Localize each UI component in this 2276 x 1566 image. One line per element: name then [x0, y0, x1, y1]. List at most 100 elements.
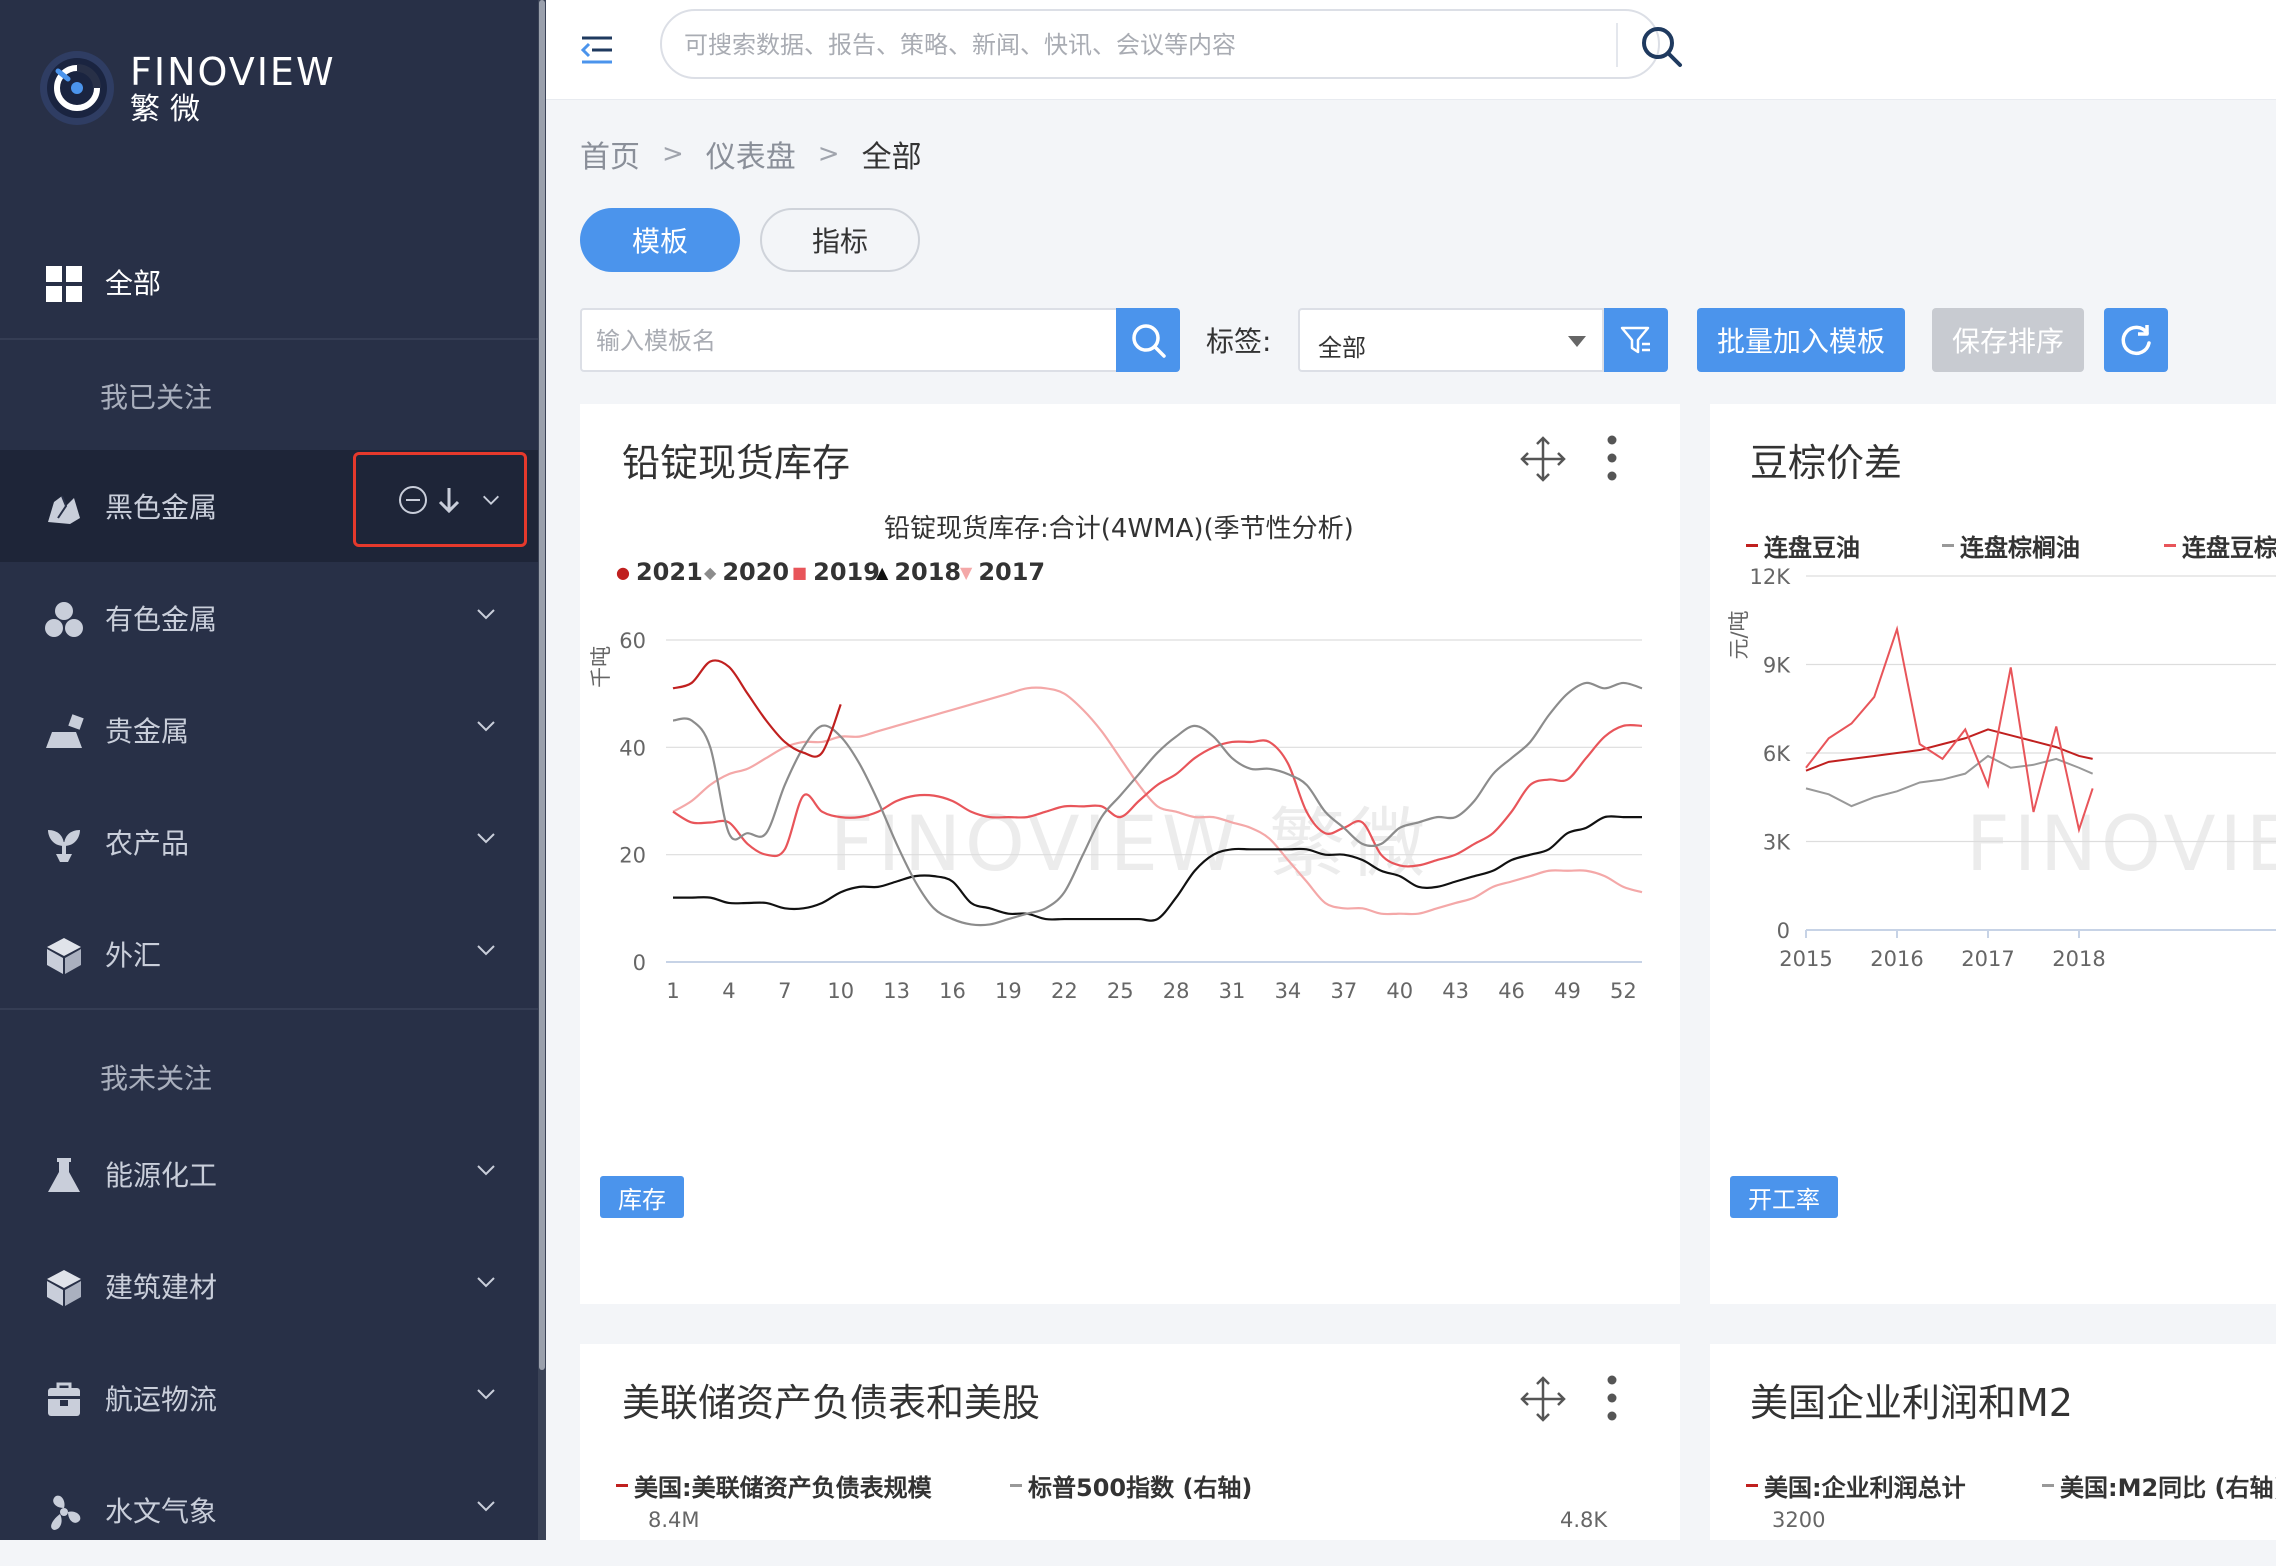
series-line-2019 [672, 723, 1643, 868]
legend-label: 2021 [635, 558, 703, 586]
legend-label: 2020 [722, 558, 790, 586]
x-axis-tick: 40 [1386, 979, 1413, 1003]
x-axis-tick: 25 [1107, 979, 1134, 1003]
group-label-followed: 我已关注 [100, 381, 213, 414]
template-name-input[interactable] [596, 324, 1116, 358]
divider [0, 338, 538, 340]
chevron-down-icon[interactable] [474, 1158, 498, 1182]
legend-item[interactable]: ▲ 2018 [876, 558, 961, 586]
search-input[interactable] [684, 27, 1584, 63]
y-axis-tick: 9K [1763, 654, 1791, 678]
y-axis-tick: 0 [633, 951, 646, 975]
unfollow-icon[interactable] [398, 485, 428, 515]
scrollbar-thumb[interactable] [539, 0, 545, 1370]
legend-item: 标普500指数 (右轴) [1010, 1468, 1252, 1503]
save-order-button[interactable]: 保存排序 [1932, 308, 2084, 372]
legend-swatch [2042, 1484, 2054, 1487]
grid-icon [44, 264, 84, 304]
breadcrumb-current: 全部 [861, 140, 922, 175]
box-icon [44, 1380, 84, 1420]
sidebar-item-nonferrous[interactable]: 有色金属 [0, 562, 538, 674]
filter-button[interactable] [1604, 308, 1668, 372]
sidebar-item-label: 航运物流 [105, 1383, 218, 1416]
series-line-连盘棕榈油 [1805, 754, 2094, 808]
refresh-button[interactable] [2104, 308, 2168, 372]
sidebar-item-construction[interactable]: 建筑建材 [0, 1230, 538, 1342]
legend-swatch [616, 1484, 628, 1487]
legend-label: 2018 [894, 558, 962, 586]
legend-item[interactable]: 连盘豆油 [1746, 528, 1860, 563]
card-title: 美联储资产负债表和美股 [622, 1381, 1041, 1425]
tab-templates[interactable]: 模板 [580, 208, 740, 272]
legend-item[interactable]: ● 2021 [616, 558, 703, 586]
chevron-down-icon[interactable] [474, 1494, 498, 1518]
sidebar-item-precious[interactable]: 贵金属 [0, 674, 538, 786]
fan-icon [44, 1492, 84, 1532]
menu-toggle-icon[interactable] [580, 34, 614, 66]
chevron-down-icon[interactable] [480, 489, 502, 511]
sidebar-item-label: 能源化工 [105, 1159, 218, 1192]
legend-item[interactable]: ▼ 2017 [960, 558, 1045, 586]
chevron-down-icon[interactable] [474, 826, 498, 850]
sidebar-scrollbar[interactable] [538, 0, 546, 1540]
move-down-icon[interactable] [436, 485, 462, 515]
legend-item: 美国:M2同比 (右轴) [2042, 1468, 2276, 1503]
breadcrumb: 首页 > 仪表盘 > 全部 [580, 132, 922, 176]
card-tag[interactable]: 库存 [600, 1176, 684, 1218]
x-axis-tick: 2015 [1779, 947, 1832, 971]
y-axis-tick: 20 [619, 844, 646, 868]
chevron-down-icon[interactable] [474, 1270, 498, 1294]
legend-item[interactable]: ◆ 2020 [704, 558, 789, 586]
tag-select[interactable]: 全部 [1298, 308, 1604, 372]
sidebar-item-label: 外汇 [105, 939, 162, 972]
sidebar-item-label: 黑色金属 [105, 491, 218, 524]
legend-label: 连盘棕榈油 [1960, 534, 2080, 562]
template-search-button[interactable] [1116, 308, 1180, 372]
flask-icon [44, 1156, 84, 1196]
more-icon[interactable] [1604, 434, 1620, 482]
group-label-unfollowed: 我未关注 [100, 1062, 213, 1095]
chevron-down-icon[interactable] [474, 938, 498, 962]
gold-icon [44, 712, 84, 752]
tab-indicators[interactable]: 指标 [760, 208, 920, 272]
series-line-2018 [673, 815, 1642, 922]
chevron-right-icon: > [662, 139, 684, 169]
x-axis-tick: 7 [778, 979, 791, 1003]
breadcrumb-dashboard[interactable]: 仪表盘 [706, 132, 796, 176]
chevron-down-icon[interactable] [474, 602, 498, 626]
legend-label: 美国:企业利润总计 [1764, 1474, 1966, 1502]
sidebar-item-shipping[interactable]: 航运物流 [0, 1342, 538, 1454]
x-axis-tick: 22 [1051, 979, 1078, 1003]
logo-icon [40, 51, 114, 125]
dashboard-card: 豆棕价差 FINOVIEW 繁微 连盘豆油连盘棕榈油连盘豆棕 03K6K9K12… [1710, 404, 2276, 1304]
more-icon[interactable] [1604, 1374, 1620, 1422]
legend-marker: ■ [792, 562, 808, 582]
x-axis-tick: 37 [1330, 979, 1357, 1003]
sidebar-item-label: 水文气象 [105, 1495, 218, 1528]
y-axis-tick: 12K [1750, 565, 1792, 589]
sidebar-item-weather[interactable]: 水文气象 [0, 1454, 538, 1566]
card-tag[interactable]: 开工率 [1730, 1176, 1838, 1218]
sidebar-item-forex[interactable]: 外汇 [0, 898, 538, 1010]
topbar [546, 0, 2276, 100]
batch-add-button[interactable]: 批量加入模板 [1697, 308, 1905, 372]
y-axis-label: 元/吨 [1727, 610, 1751, 659]
x-axis-tick: 10 [827, 979, 854, 1003]
move-icon[interactable] [1518, 434, 1568, 484]
sidebar-item-all[interactable]: 全部 [0, 226, 538, 338]
sidebar-item-energy[interactable]: 能源化工 [0, 1118, 538, 1230]
chevron-down-icon[interactable] [474, 1382, 498, 1406]
legend-item[interactable]: ■ 2019 [792, 558, 880, 586]
chevron-down-icon[interactable] [474, 714, 498, 738]
legend-item[interactable]: 连盘豆棕 [2164, 528, 2276, 563]
move-icon[interactable] [1518, 1374, 1568, 1424]
series-line-2020 [672, 681, 1643, 927]
sidebar-item-agri[interactable]: 农产品 [0, 786, 538, 898]
template-search [580, 308, 1180, 372]
search-icon[interactable] [1638, 23, 1684, 69]
logo[interactable]: FINOVIEW 繁微 [38, 48, 336, 128]
breadcrumb-home[interactable]: 首页 [580, 132, 640, 176]
x-axis-tick: 2018 [2052, 947, 2105, 971]
legend-item[interactable]: 连盘棕榈油 [1942, 528, 2080, 563]
divider [1616, 23, 1618, 67]
